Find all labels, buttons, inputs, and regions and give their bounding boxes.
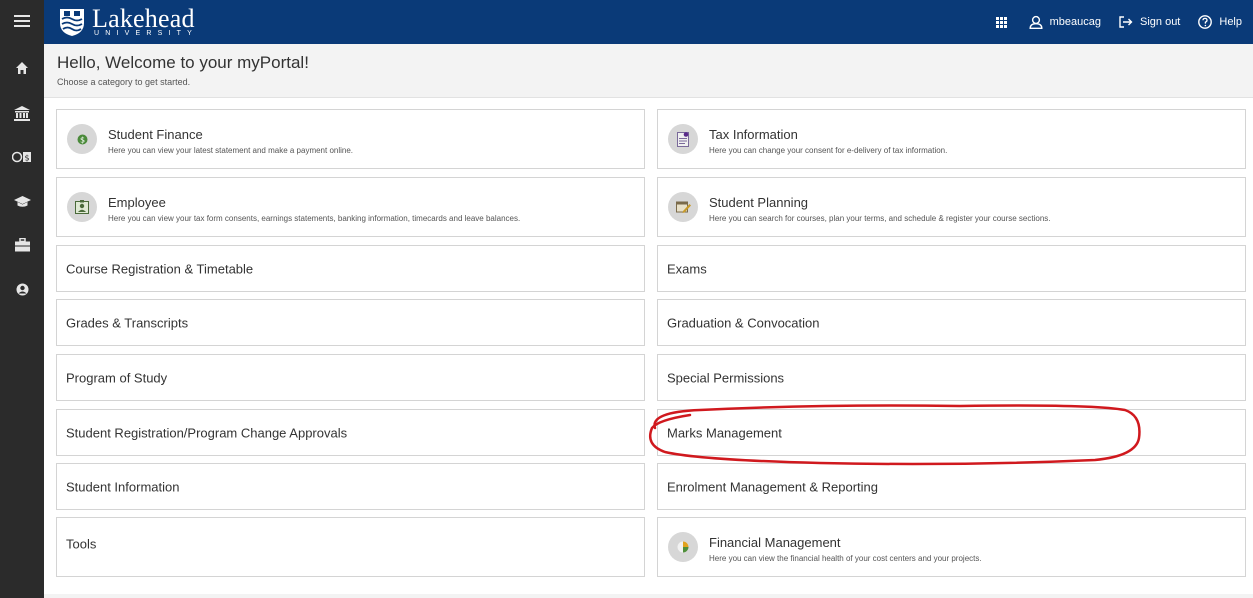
apps-grid-icon [995, 16, 1007, 28]
tax-document-icon [668, 124, 698, 154]
card-description: Here you can view your tax form consents… [108, 214, 521, 223]
card-program-of-study[interactable]: Program of Study [56, 354, 645, 401]
card-title: Financial Management [709, 535, 841, 550]
pie-chart-icon [668, 532, 698, 562]
menu-icon[interactable] [0, 6, 44, 36]
card-marks-management[interactable]: Marks Management [657, 409, 1246, 456]
home-icon[interactable] [0, 53, 44, 83]
card-employee[interactable]: Employee Here you can view your tax form… [56, 177, 645, 237]
footer-divider [44, 594, 1253, 598]
crest-icon [60, 9, 84, 36]
card-title: Grades & Transcripts [66, 315, 189, 330]
brand-subtitle: UNIVERSITY [94, 30, 199, 37]
card-title: Student Planning [709, 195, 809, 210]
calendar-edit-icon [668, 192, 698, 222]
graduation-cap-icon[interactable] [0, 186, 44, 216]
finance-icon[interactable]: $ [0, 142, 44, 172]
card-student-planning[interactable]: Student Planning Here you can search for… [657, 177, 1246, 237]
card-title: Exams [667, 261, 707, 276]
apps-grid-button[interactable] [995, 16, 1007, 28]
help-button[interactable]: Help [1198, 15, 1242, 29]
card-enrolment-management[interactable]: Enrolment Management & Reporting [657, 463, 1246, 510]
top-header: Lakehead UNIVERSITY mbeaucag Sign out He… [44, 0, 1253, 44]
card-description: Here you can view your latest statement … [108, 146, 354, 155]
brand-name: Lakehead [92, 4, 195, 33]
briefcase-icon[interactable] [0, 230, 44, 260]
card-special-permissions[interactable]: Special Permissions [657, 354, 1246, 401]
card-description: Here you can search for courses, plan yo… [709, 214, 1051, 223]
card-graduation-convocation[interactable]: Graduation & Convocation [657, 299, 1246, 346]
card-course-registration[interactable]: Course Registration & Timetable [56, 245, 645, 292]
card-grades-transcripts[interactable]: Grades & Transcripts [56, 299, 645, 346]
card-tools[interactable]: Tools [56, 517, 645, 577]
card-title: Course Registration & Timetable [66, 261, 254, 276]
card-title: Employee [108, 195, 166, 210]
card-tax-information[interactable]: Tax Information Here you can change your… [657, 109, 1246, 169]
employee-badge-icon [67, 192, 97, 222]
bank-icon[interactable] [0, 98, 44, 128]
card-title: Tools [66, 536, 97, 552]
page-subtitle: Choose a category to get started. [57, 77, 191, 87]
left-nav: $ [0, 0, 44, 598]
card-title: Tax Information [709, 127, 798, 142]
sign-out-button[interactable]: Sign out [1119, 16, 1180, 28]
card-title: Marks Management [667, 425, 782, 440]
card-exams[interactable]: Exams [657, 245, 1246, 292]
svg-text:$: $ [79, 135, 84, 144]
sign-out-label: Sign out [1140, 16, 1181, 28]
svg-text:$: $ [24, 154, 29, 163]
card-title: Enrolment Management & Reporting [667, 479, 879, 494]
dollar-icon: $ [67, 124, 97, 154]
user-menu-button[interactable]: mbeaucag [1029, 15, 1101, 29]
card-title: Program of Study [66, 370, 168, 385]
help-label: Help [1219, 16, 1242, 28]
sign-out-icon [1119, 16, 1133, 28]
card-title: Special Permissions [667, 370, 785, 385]
help-icon [1198, 15, 1213, 29]
card-financial-management[interactable]: Financial Management Here you can view t… [657, 517, 1246, 577]
card-description: Here you can change your consent for e-d… [709, 146, 948, 155]
card-description: Here you can view the financial health o… [709, 554, 982, 563]
university-logo[interactable]: Lakehead UNIVERSITY [58, 4, 242, 40]
card-title: Student Information [66, 479, 180, 494]
card-student-information[interactable]: Student Information [56, 463, 645, 510]
card-title: Student Registration/Program Change Appr… [66, 425, 348, 440]
card-title: Student Finance [108, 127, 203, 142]
welcome-banner: Hello, Welcome to your myPortal! Choose … [44, 44, 1253, 98]
card-student-finance[interactable]: $ Student Finance Here you can view your… [56, 109, 645, 169]
user-circle-icon[interactable] [0, 274, 44, 304]
card-registration-approvals[interactable]: Student Registration/Program Change Appr… [56, 409, 645, 456]
page-title: Hello, Welcome to your myPortal! [57, 53, 309, 72]
username-label: mbeaucag [1049, 16, 1101, 28]
card-title: Graduation & Convocation [667, 315, 820, 330]
user-icon [1029, 15, 1043, 29]
